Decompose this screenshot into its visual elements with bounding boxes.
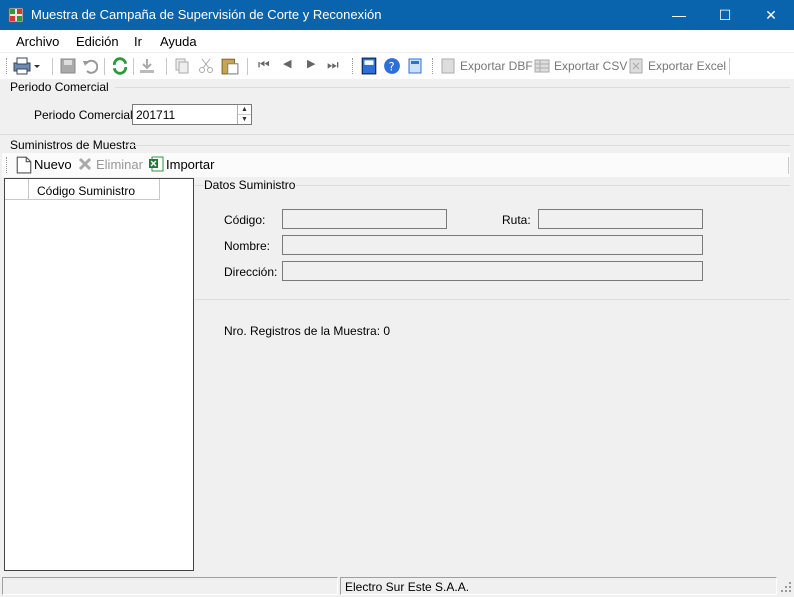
direccion-field[interactable] <box>282 261 703 281</box>
download-icon[interactable] <box>139 57 155 75</box>
nombre-label: Nombre: <box>224 239 271 253</box>
refresh-icon[interactable] <box>111 57 129 75</box>
menu-archivo[interactable]: Archivo <box>16 34 59 49</box>
cut-icon[interactable] <box>198 57 214 75</box>
resize-grip-icon[interactable] <box>780 581 792 593</box>
previous-record-icon[interactable]: ◀ <box>283 57 291 70</box>
print-icon[interactable] <box>12 57 42 75</box>
periodo-label: Periodo Comercial: <box>34 108 137 122</box>
export-csv-icon <box>534 59 550 73</box>
suministros-grid[interactable]: Código Suministro <box>4 178 194 571</box>
codigo-label: Código: <box>224 213 266 227</box>
status-bar: Electro Sur Este S.A.A. <box>0 575 794 597</box>
export-excel-button[interactable]: Exportar Excel <box>648 59 726 73</box>
next-record-icon[interactable]: ▶ <box>307 57 315 70</box>
toolbar-grip <box>6 58 9 74</box>
menu-ir[interactable]: Ir <box>134 34 142 49</box>
nuevo-button[interactable]: Nuevo <box>34 157 72 172</box>
ruta-field[interactable] <box>538 209 703 229</box>
maximize-button[interactable]: ☐ <box>702 0 748 30</box>
calculator-icon[interactable] <box>407 57 423 75</box>
menu-ayuda[interactable]: Ayuda <box>160 34 197 49</box>
close-button[interactable]: ✕ <box>748 0 794 30</box>
excel-import-icon <box>149 156 164 172</box>
export-dbf-icon <box>441 58 455 74</box>
title-bar: Muestra de Campaña de Supervisión de Cor… <box>0 0 794 30</box>
spin-up-icon[interactable]: ▲ <box>238 105 251 114</box>
export-csv-button[interactable]: Exportar CSV <box>554 59 627 73</box>
new-document-icon <box>16 156 32 174</box>
eliminar-button[interactable]: Eliminar <box>96 157 143 172</box>
copy-icon[interactable] <box>174 57 190 75</box>
status-panel-left <box>2 577 338 595</box>
status-company: Electro Sur Este S.A.A. <box>345 580 470 594</box>
main-toolbar: ⏮ ◀ ▶ ⏭ ? Exportar DBF Exportar CSV Expo… <box>0 53 794 79</box>
importar-button[interactable]: Importar <box>166 157 214 172</box>
last-record-icon[interactable]: ⏭ <box>327 57 339 73</box>
help-icon[interactable]: ? <box>383 57 401 75</box>
help-book-icon[interactable] <box>360 57 378 75</box>
nombre-field[interactable] <box>282 235 703 255</box>
spin-down-icon[interactable]: ▼ <box>238 114 251 123</box>
ruta-label: Ruta: <box>502 213 531 227</box>
menu-bar: Archivo Edición Ir Ayuda <box>0 30 794 52</box>
suministros-toolbar: Nuevo Eliminar Importar <box>2 153 790 177</box>
undo-icon[interactable] <box>82 57 98 75</box>
delete-icon <box>78 157 92 171</box>
grid-column-header-codigo[interactable]: Código Suministro <box>29 179 160 200</box>
status-panel-company: Electro Sur Este S.A.A. <box>340 577 777 595</box>
menu-edicion[interactable]: Edición <box>76 34 119 49</box>
suministros-group-label: Suministros de Muestra <box>10 138 137 152</box>
svg-text:?: ? <box>389 61 395 74</box>
periodo-spinner[interactable]: ▲ ▼ <box>237 105 251 124</box>
periodo-group-label: Periodo Comercial <box>10 80 109 94</box>
export-excel-icon <box>629 58 643 74</box>
window-title: Muestra de Campaña de Supervisión de Cor… <box>31 7 382 22</box>
paste-icon[interactable] <box>221 57 239 75</box>
save-icon[interactable] <box>60 57 76 75</box>
codigo-field[interactable] <box>282 209 447 229</box>
app-icon <box>8 7 24 23</box>
minimize-button[interactable]: — <box>656 0 702 30</box>
grid-row-header[interactable] <box>5 179 29 200</box>
periodo-value: 201711 <box>136 108 176 122</box>
first-record-icon[interactable]: ⏮ <box>258 57 270 73</box>
direccion-label: Dirección: <box>224 265 278 279</box>
registros-count: Nro. Registros de la Muestra: 0 <box>224 324 391 338</box>
datos-suministro-title: Datos Suministro <box>203 178 297 192</box>
export-dbf-button[interactable]: Exportar DBF <box>460 59 533 73</box>
periodo-input[interactable]: 201711 ▲ ▼ <box>132 104 252 125</box>
